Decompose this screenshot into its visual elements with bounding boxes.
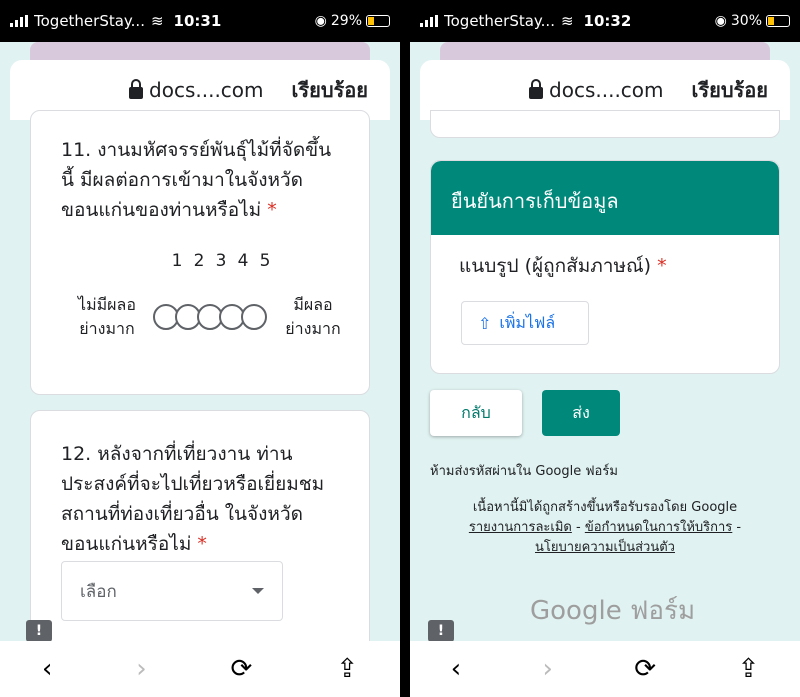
wifi-icon: ≋ [150, 12, 164, 30]
question-title: 12. หลังจากที่เที่ยวงาน ท่านประสงค์ที่จะ… [61, 443, 325, 555]
battery-icon [766, 15, 790, 27]
done-button[interactable]: เรียบร้อย [292, 74, 368, 106]
form-content: ยืนยันการเก็บข้อมูล แนบรูป (ผู้ถูกสัมภาษ… [410, 110, 800, 642]
back-nav-icon[interactable]: ‹ [42, 654, 52, 684]
form-content: 11. งานมหัศจรรย์พันธุ์ไม้ที่จัดขึ้นนี้ ม… [0, 110, 400, 670]
forward-nav-icon[interactable]: › [136, 654, 146, 684]
alarm-icon: ◉ [314, 13, 327, 29]
submit-button[interactable]: ส่ง [542, 390, 620, 436]
alarm-icon: ◉ [714, 13, 727, 29]
lock-icon [129, 79, 144, 99]
signal-icon [10, 15, 28, 27]
terms-link[interactable]: ข้อกำหนดในการให้บริการ [585, 520, 732, 535]
upload-section-card: ยืนยันการเก็บข้อมูล แนบรูป (ผู้ถูกสัมภาษ… [430, 160, 780, 374]
add-file-button[interactable]: ⇧ เพิ่มไฟล์ [461, 301, 589, 345]
wifi-icon: ≋ [560, 12, 574, 30]
battery-icon [366, 15, 390, 27]
forward-nav-icon[interactable]: › [542, 654, 552, 684]
browser-toolbar: ‹ › ⟳ ⇪ [0, 641, 400, 697]
status-bar: TogetherStay... ≋ 10:32 ◉ 30% [410, 0, 800, 42]
battery-percent: 29% [330, 13, 362, 29]
password-warning: ห้ามส่งรหัสผ่านใน Google ฟอร์ม [430, 464, 618, 479]
back-button[interactable]: กลับ [430, 390, 522, 436]
done-button[interactable]: เรียบร้อย [692, 74, 768, 106]
url-host: docs....com [549, 78, 664, 102]
section-header: ยืนยันการเก็บข้อมูล [431, 161, 779, 235]
carrier-name: TogetherStay... [444, 12, 555, 30]
reload-icon[interactable]: ⟳ [634, 654, 656, 684]
share-icon[interactable]: ⇪ [737, 654, 759, 684]
feedback-icon[interactable]: ! [26, 620, 52, 642]
clock: 10:32 [583, 12, 632, 30]
privacy-link[interactable]: นโยบายความเป็นส่วนตัว [535, 540, 675, 555]
status-bar: TogetherStay... ≋ 10:31 ◉ 29% [0, 0, 400, 42]
question-card-12: 12. หลังจากที่เที่ยวงาน ท่านประสงค์ที่จะ… [30, 410, 370, 670]
clock: 10:31 [173, 12, 222, 30]
upload-question-title: แนบรูป (ผู้ถูกสัมภาษณ์) * [459, 255, 667, 277]
share-icon[interactable]: ⇪ [336, 654, 358, 684]
question-title: 11. งานมหัศจรรย์พันธุ์ไม้ที่จัดขึ้นนี้ ม… [61, 139, 332, 221]
feedback-icon[interactable]: ! [428, 620, 454, 642]
scale-high-label: มีผลอ ย่างมาก [285, 295, 341, 338]
footer-disclaimer: เนื้อหานี้มิได้ถูกสร้างขึ้นหรือรับรองโดย… [468, 500, 742, 555]
tab-strip [440, 42, 770, 60]
scale-low-label: ไม่มีผลอ ย่างมาก [78, 295, 136, 338]
signal-icon [420, 15, 438, 27]
chevron-down-icon [252, 588, 264, 594]
linear-scale: ไม่มีผลอ ย่างมาก มีผลอ ย่างมาก [69, 293, 351, 341]
report-abuse-link[interactable]: รายงานการละเมิด [469, 520, 572, 535]
back-nav-icon[interactable]: ‹ [451, 654, 461, 684]
lock-icon [529, 79, 544, 99]
carrier-name: TogetherStay... [34, 12, 145, 30]
browser-toolbar: ‹ › ⟳ ⇪ [410, 641, 800, 697]
google-forms-logo: Google ฟอร์ม [530, 596, 696, 626]
url-host: docs....com [149, 78, 264, 102]
upload-icon: ⇧ [478, 313, 492, 333]
right-screen: TogetherStay... ≋ 10:32 ◉ 30% docs....co… [410, 0, 800, 697]
tab-strip [30, 42, 370, 60]
scale-numbers: 12345 [171, 251, 271, 271]
battery-percent: 30% [730, 13, 762, 29]
screens: TogetherStay... ≋ 10:31 ◉ 29% docs....co… [0, 0, 800, 697]
question-card-11: 11. งานมหัศจรรย์พันธุ์ไม้ที่จัดขึ้นนี้ ม… [30, 110, 370, 395]
dropdown-select[interactable]: เลือก [61, 561, 283, 621]
scale-radio-5[interactable] [241, 304, 267, 330]
previous-card-bottom [430, 110, 780, 138]
left-screen: TogetherStay... ≋ 10:31 ◉ 29% docs....co… [0, 0, 400, 697]
reload-icon[interactable]: ⟳ [231, 654, 253, 684]
